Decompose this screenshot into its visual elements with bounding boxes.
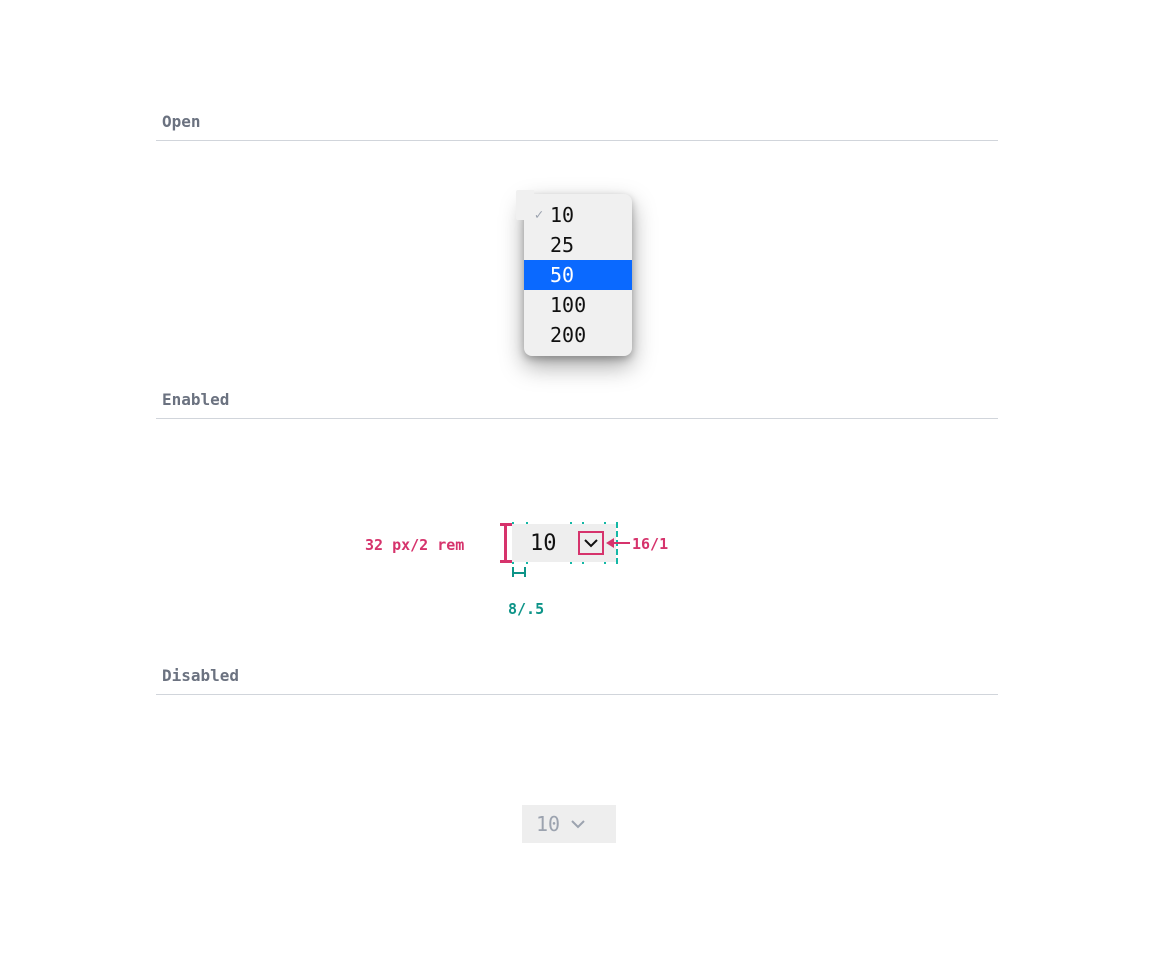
section-rule xyxy=(156,694,998,695)
select-enabled-annotated: 10 xyxy=(512,524,616,562)
spec-measure xyxy=(500,523,512,526)
spec-label-height: 32 px/2 rem xyxy=(365,536,464,554)
chevron-down-icon xyxy=(570,818,586,830)
section-title-open: Open xyxy=(162,112,201,131)
dropdown-option-label: 10 xyxy=(550,203,622,227)
dropdown-option[interactable]: 50 xyxy=(524,260,632,290)
dropdown-option-label: 50 xyxy=(550,263,622,287)
select-disabled: 10 xyxy=(522,805,616,843)
select-value: 10 xyxy=(536,812,560,836)
spec-measure xyxy=(512,567,514,577)
spec-label-icon: 16/1 xyxy=(632,535,668,553)
dropdown-option[interactable]: 100 xyxy=(524,290,632,320)
dropdown-option-label: 100 xyxy=(550,293,622,317)
spec-label-padding: 8/.5 xyxy=(508,600,544,618)
dropdown-option[interactable]: ✓ 10 xyxy=(524,200,632,230)
dropdown-notch xyxy=(516,190,534,220)
section-rule xyxy=(156,418,998,419)
dropdown-option[interactable]: 25 xyxy=(524,230,632,260)
dropdown-option-label: 25 xyxy=(550,233,622,257)
spec-measure xyxy=(606,538,614,548)
section-title-enabled: Enabled xyxy=(162,390,229,409)
dropdown-option-label: 200 xyxy=(550,323,622,347)
chevron-down-icon xyxy=(580,533,602,553)
dropdown-option[interactable]: 200 xyxy=(524,320,632,350)
section-title-disabled: Disabled xyxy=(162,666,239,685)
select-value: 10 xyxy=(512,531,557,556)
spec-measure xyxy=(524,567,526,577)
section-rule xyxy=(156,140,998,141)
spec-measure xyxy=(500,560,512,563)
spec-measure xyxy=(504,524,507,562)
select-enabled[interactable]: 10 xyxy=(512,524,616,562)
dropdown-open[interactable]: ✓ 10 25 50 100 200 xyxy=(524,194,632,356)
